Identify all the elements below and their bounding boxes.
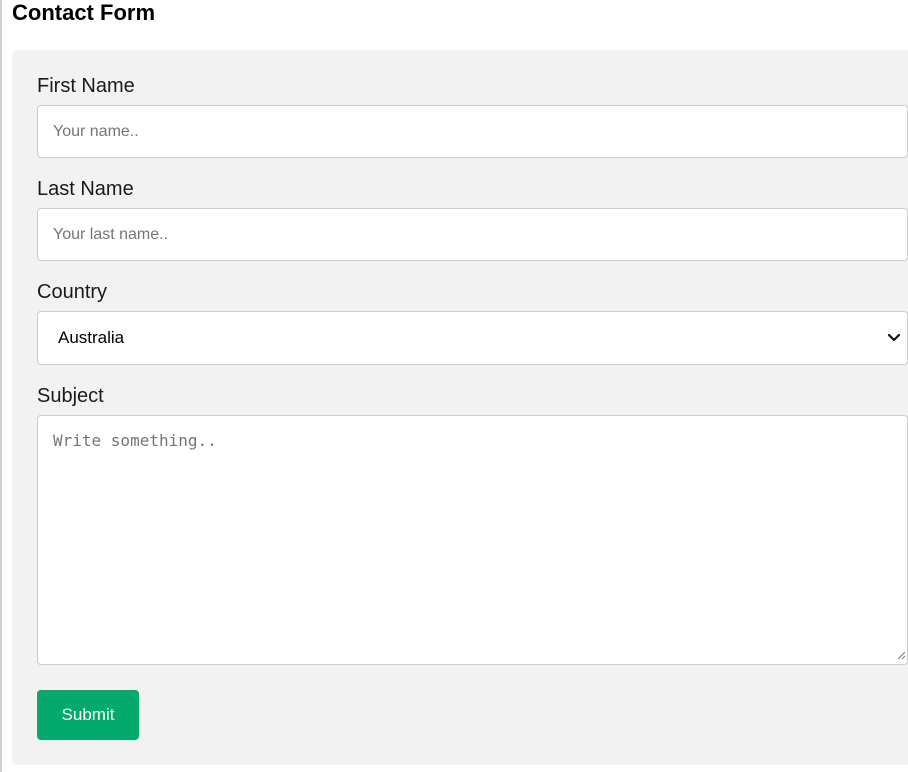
last-name-input[interactable] bbox=[37, 208, 908, 261]
page-title: Contact Form bbox=[12, 0, 155, 25]
submit-button[interactable]: Submit bbox=[37, 690, 139, 740]
country-label: Country bbox=[37, 281, 108, 303]
chevron-down-icon bbox=[887, 333, 901, 342]
last-name-label: Last Name bbox=[37, 178, 134, 200]
contact-form: First Name Last Name Country Australia S… bbox=[12, 50, 908, 765]
subject-label: Subject bbox=[37, 385, 104, 407]
first-name-input[interactable] bbox=[37, 105, 908, 158]
resize-grip-icon[interactable] bbox=[896, 650, 906, 660]
country-selected-value: Australia bbox=[58, 328, 125, 347]
country-select[interactable]: Australia bbox=[37, 311, 908, 365]
first-name-label: First Name bbox=[37, 75, 135, 97]
contact-page: Contact Form First Name Last Name Countr… bbox=[0, 0, 908, 772]
subject-textarea[interactable] bbox=[37, 415, 908, 665]
